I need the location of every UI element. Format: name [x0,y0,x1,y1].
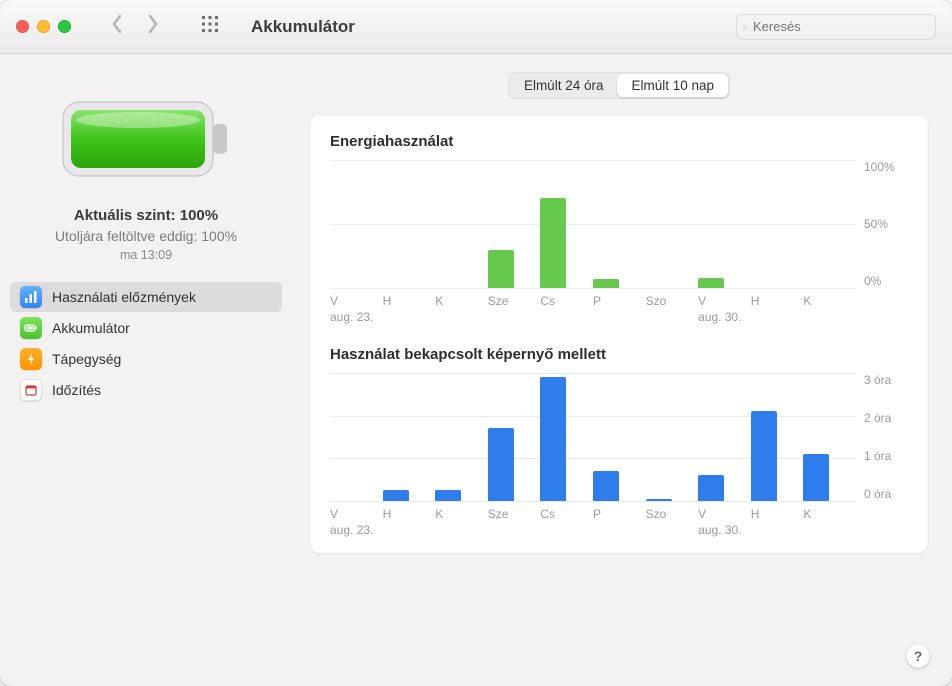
close-button[interactable] [16,20,29,33]
y-tick: 0% [864,274,881,288]
x-tick: K [803,294,856,308]
y-tick: 1 óra [864,449,891,463]
y-tick: 50% [864,217,888,231]
last-charged-time: ma 13:09 [0,248,292,262]
x-tick: V [330,507,383,521]
x-date [593,310,646,324]
tab-last-10-days[interactable]: Elmúlt 10 nap [617,74,728,97]
time-range-segmented: Elmúlt 24 óra Elmúlt 10 nap [508,72,730,99]
sidebar-item-battery[interactable]: Akkumulátor [10,313,282,343]
x-tick: V [330,294,383,308]
battery-preferences-window: Akkumulátor [0,0,952,686]
main-content: Elmúlt 24 óra Elmúlt 10 nap Energiahaszn… [292,54,952,686]
battery-illustration [61,96,231,187]
energy-usage-chart: Energiahasználat 100% 50% 0% [330,133,908,324]
x-date [488,523,541,537]
usage-history-icon [20,286,42,308]
last-charged: Utoljára feltöltve eddig: 100% [0,228,292,244]
power-adapter-icon [20,348,42,370]
x-date [383,310,436,324]
chart-title: Energiahasználat [330,133,908,150]
x-date [383,523,436,537]
y-tick: 0 óra [864,487,891,501]
current-level: Aktuális szint: 100% [0,207,292,224]
energy-x-dates: aug. 23. aug. 30. [330,310,856,324]
y-tick: 2 óra [864,411,891,425]
forward-button[interactable] [145,14,161,39]
x-tick: H [383,507,436,521]
energy-x-axis: VHKSzeCsPSzoVHK [330,294,856,308]
x-tick: K [435,294,488,308]
x-date [488,310,541,324]
y-tick: 100% [864,160,895,174]
x-tick: Szo [646,294,699,308]
sidebar-item-label: Tápegység [52,351,121,367]
sidebar-item-schedule[interactable]: Időzítés [10,375,282,405]
screen-y-axis: 3 óra 2 óra 1 óra 0 óra [856,373,908,501]
screen-on-usage-chart: Használat bekapcsolt képernyő mellett 3 … [330,346,908,537]
energy-chart-plot [330,160,856,288]
x-tick: Sze [488,294,541,308]
x-date [540,310,593,324]
x-tick: Cs [540,507,593,521]
battery-icon [20,317,42,339]
x-date [751,523,804,537]
x-tick: P [593,294,646,308]
sidebar-item-usage-history[interactable]: Használati előzmények [10,282,282,312]
help-button[interactable]: ? [906,644,930,668]
x-date [593,523,646,537]
x-tick: Sze [488,507,541,521]
x-tick: V [698,507,751,521]
show-all-button[interactable] [201,15,219,38]
x-tick: H [383,294,436,308]
search-field[interactable] [736,14,936,40]
window-controls [16,20,71,33]
zoom-button[interactable] [58,20,71,33]
x-date [646,310,699,324]
minimize-button[interactable] [37,20,50,33]
x-tick: V [698,294,751,308]
x-tick: Cs [540,294,593,308]
battery-levels: Aktuális szint: 100% Utoljára feltöltve … [0,207,292,262]
x-tick: K [435,507,488,521]
sidebar-item-label: Időzítés [52,382,101,398]
x-tick: Szo [646,507,699,521]
x-tick: H [751,507,804,521]
x-tick: H [751,294,804,308]
titlebar: Akkumulátor [0,0,952,54]
x-tick: P [593,507,646,521]
x-date [803,310,856,324]
tab-last-24h[interactable]: Elmúlt 24 óra [510,74,618,97]
x-date: aug. 23. [330,523,383,537]
sidebar-item-label: Akkumulátor [52,320,130,336]
x-date [803,523,856,537]
x-date: aug. 30. [698,523,751,537]
x-date [646,523,699,537]
x-tick: K [803,507,856,521]
sidebar-item-power-adapter[interactable]: Tápegység [10,344,282,374]
chart-title: Használat bekapcsolt képernyő mellett [330,346,908,363]
x-date [435,310,488,324]
screen-x-axis: VHKSzeCsPSzoVHK [330,507,856,521]
y-tick: 3 óra [864,373,891,387]
window-title: Akkumulátor [251,17,355,37]
nav-arrows [109,14,161,39]
screen-chart-plot [330,373,856,501]
x-date [435,523,488,537]
sidebar-item-label: Használati előzmények [52,289,196,305]
x-date: aug. 30. [698,310,751,324]
help-icon: ? [914,648,923,664]
search-input[interactable] [753,19,929,34]
x-date: aug. 23. [330,310,383,324]
schedule-icon [20,379,42,401]
sidebar-list: Használati előzmények Akkumulátor Tápegy… [0,282,292,405]
screen-x-dates: aug. 23. aug. 30. [330,523,856,537]
charts-panel: Energiahasználat 100% 50% 0% [310,115,928,553]
energy-y-axis: 100% 50% 0% [856,160,908,288]
x-date [540,523,593,537]
search-icon [743,20,747,34]
x-date [751,310,804,324]
back-button[interactable] [109,14,125,39]
sidebar: Aktuális szint: 100% Utoljára feltöltve … [0,54,292,686]
